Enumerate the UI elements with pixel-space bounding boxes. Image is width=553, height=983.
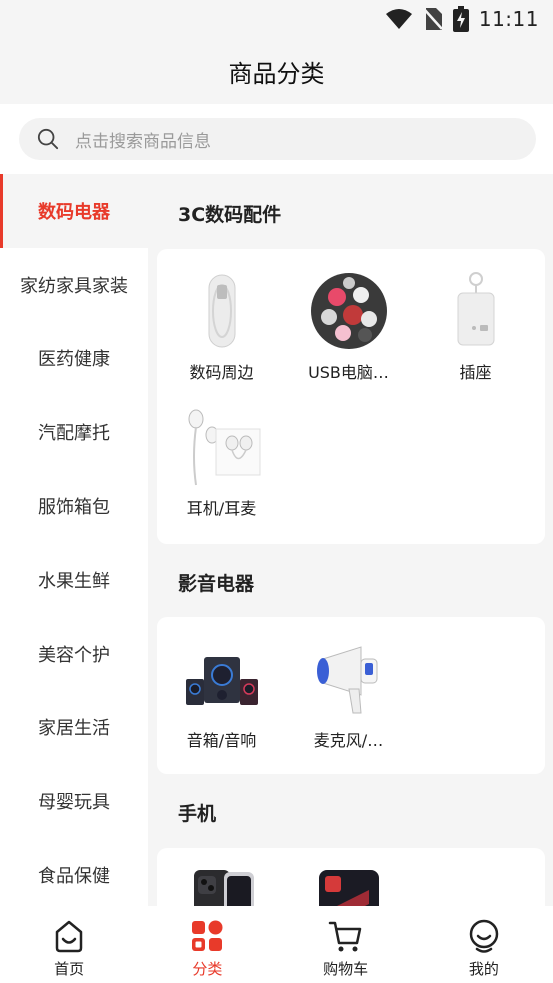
sidebar-item-label: 医药健康 (38, 349, 110, 371)
category-icon (192, 920, 223, 951)
subcategory-card: 数码周边 USB电脑… 插座 耳机/耳麦 (157, 249, 545, 544)
section-title: 手机 (178, 803, 217, 825)
home-icon (55, 920, 83, 953)
sidebar-item-baby[interactable]: 母婴玩具 (0, 764, 148, 838)
sidebar-item-label: 食品保健 (38, 866, 110, 888)
sidebar-item-beauty[interactable]: 美容个护 (0, 617, 148, 691)
subcategory-card: 音箱/音响 麦克风/… (157, 617, 545, 774)
sidebar-item-label: 家居生活 (38, 718, 110, 740)
sidebar-item-auto[interactable]: 汽配摩托 (0, 395, 148, 469)
sidebar-item-home-living[interactable]: 家居生活 (0, 691, 148, 765)
sidebar-item-label: 服饰箱包 (38, 497, 110, 519)
subcategory-label: 数码周边 (189, 363, 254, 382)
no-sim-icon (422, 8, 443, 30)
speakers-product-image (185, 657, 258, 705)
profile-icon (469, 919, 499, 953)
megaphone-product-image (316, 646, 377, 714)
tab-label: 我的 (468, 960, 499, 978)
bottom-tab-bar: 首页 分类 购物车 我的 (0, 906, 553, 983)
tab-label: 购物车 (323, 960, 369, 978)
subcategory-item[interactable]: 数码周边 (158, 271, 285, 383)
page-title: 商品分类 (228, 59, 325, 88)
search-area: 点击搜索商品信息 (0, 104, 553, 174)
battery-charging-icon (452, 6, 469, 32)
phone-case-product-image (318, 870, 379, 906)
earphones-product-image (188, 409, 260, 486)
tab-label: 首页 (54, 960, 85, 978)
category-sidebar: 数码电器 家纺家具家装 医药健康 汽配摩托 服饰箱包 水果生鲜 美容个护 家居生… (0, 174, 148, 906)
subcategory-item[interactable]: 麦克风/… (285, 639, 412, 751)
status-time: 11:11 (478, 7, 539, 31)
cable-product-image (208, 274, 235, 348)
sidebar-item-label: 数码电器 (38, 201, 110, 223)
sidebar-item-food[interactable]: 食品保健 (0, 838, 148, 906)
sidebar-item-label: 美容个护 (38, 644, 110, 666)
sidebar-item-health[interactable]: 医药健康 (0, 322, 148, 396)
subcategory-label: 音箱/音响 (186, 731, 257, 750)
sidebar-item-fresh[interactable]: 水果生鲜 (0, 543, 148, 617)
section-title: 3C数码配件 (178, 204, 282, 226)
subcategory-item[interactable] (285, 870, 412, 906)
section-title: 影音电器 (178, 573, 255, 595)
sidebar-item-home-textile[interactable]: 家纺家具家装 (0, 248, 148, 322)
subcategory-item[interactable] (158, 870, 285, 906)
subcategory-card (157, 848, 545, 906)
sidebar-item-label: 家纺家具家装 (20, 275, 128, 297)
socket-product-image (457, 272, 494, 346)
subcategory-label: 麦克风/… (313, 731, 384, 750)
subcategory-item[interactable]: 音箱/音响 (158, 639, 285, 751)
subcategory-label: 插座 (459, 363, 492, 382)
category-content: 3C数码配件 数码周边 USB电脑… 插座 耳机/耳麦 影音电器 音箱/音响 麦… (148, 174, 553, 906)
subcategory-item[interactable]: USB电脑… (285, 271, 412, 383)
search-placeholder: 点击搜索商品信息 (75, 131, 211, 152)
sidebar-item-label: 水果生鲜 (38, 570, 110, 592)
sticker-pack-product-image (310, 273, 387, 349)
wifi-icon (385, 9, 412, 29)
sidebar-item-apparel[interactable]: 服饰箱包 (0, 469, 148, 543)
tab-cart[interactable]: 购物车 (277, 906, 415, 983)
tab-category[interactable]: 分类 (138, 906, 276, 983)
header: 商品分类 (0, 38, 553, 104)
search-input[interactable]: 点击搜索商品信息 (19, 118, 536, 160)
subcategory-item[interactable]: 插座 (412, 271, 539, 383)
sidebar-item-label: 母婴玩具 (38, 792, 110, 814)
subcategory-label: USB电脑… (308, 363, 389, 382)
sidebar-item-digital[interactable]: 数码电器 (0, 174, 148, 248)
smartphone-product-image (193, 870, 254, 906)
tab-label: 分类 (192, 960, 223, 978)
sidebar-item-label: 汽配摩托 (38, 423, 110, 445)
status-bar: 11:11 (0, 0, 553, 38)
subcategory-label: 耳机/耳麦 (186, 499, 257, 518)
search-icon (37, 128, 59, 150)
cart-icon (328, 921, 361, 952)
subcategory-item[interactable]: 耳机/耳麦 (158, 407, 285, 519)
tab-home[interactable]: 首页 (0, 906, 138, 983)
tab-profile[interactable]: 我的 (415, 906, 553, 983)
